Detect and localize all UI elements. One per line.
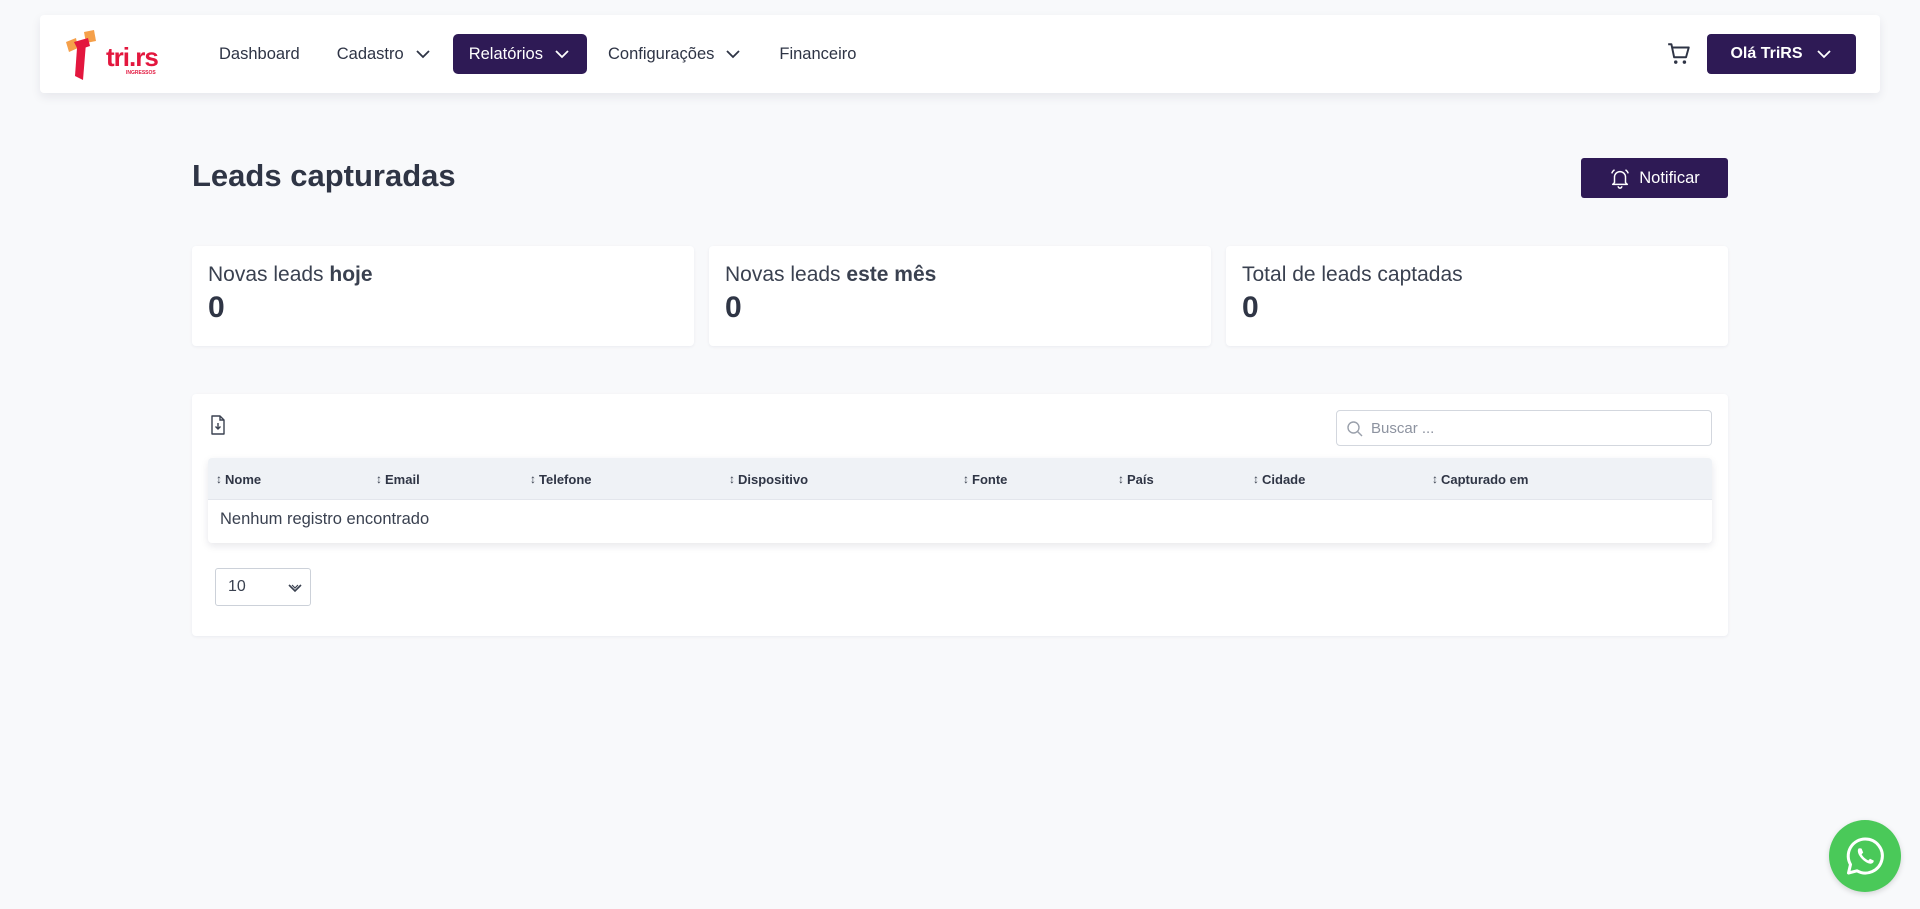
user-menu-button[interactable]: Olá TriRS [1707,34,1856,74]
stat-label: Total de leads captadas [1242,263,1463,286]
nav-configuracoes[interactable]: Configurações [592,34,758,74]
nav-financeiro-label: Financeiro [779,44,857,63]
svg-text:tri.rs: tri.rs [106,42,158,72]
column-header-telefone[interactable]: ↕ Telefone [530,458,592,500]
column-header-pais[interactable]: ↕ País [1118,458,1154,500]
column-header-email[interactable]: ↕ Email [376,458,420,500]
stat-card-total: Total de leads captadas 0 [1226,246,1728,346]
whatsapp-chat-button[interactable] [1829,820,1901,892]
stat-card-today: Novas leads hoje 0 [192,246,694,346]
page-size-select[interactable]: 10 [215,568,311,606]
cart-icon[interactable] [1666,41,1692,67]
file-export-icon[interactable] [209,415,227,435]
nav-dashboard[interactable]: Dashboard [203,34,316,74]
notify-button[interactable]: Notificar [1581,158,1728,198]
sort-icon: ↕ [1118,472,1124,486]
sort-icon: ↕ [1432,472,1438,486]
svg-text:INGRESSOS: INGRESSOS [126,70,156,76]
column-header-fonte[interactable]: ↕ Fonte [963,458,1007,500]
search-box [1336,410,1712,446]
whatsapp-icon [1846,837,1884,875]
top-navbar: tri.rs INGRESSOS Dashboard Cadastro Rela… [40,15,1880,93]
stat-value: 0 [725,291,742,324]
brand-logo[interactable]: tri.rs INGRESSOS [62,28,166,80]
main-menu: Dashboard Cadastro Relatórios Configuraç… [203,34,877,74]
sort-icon: ↕ [729,472,735,486]
chevron-down-icon [555,50,569,59]
notify-button-label: Notificar [1639,168,1700,187]
nav-configuracoes-label: Configurações [607,44,715,63]
nav-dashboard-label: Dashboard [219,44,300,63]
bell-icon [1611,169,1630,189]
leads-table: ↕ Nome ↕ Email ↕ Telefone ↕ Dispositivo ↕ Fon… [208,458,1712,543]
page-size-value: 10 [228,578,246,595]
sort-icon: ↕ [530,472,536,486]
nav-relatorios-label: Relatórios [468,44,543,63]
nav-cadastro[interactable]: Cadastro [321,34,448,74]
table-header: ↕ Nome ↕ Email ↕ Telefone ↕ Dispositivo ↕ Fon… [208,458,1712,500]
nav-financeiro[interactable]: Financeiro [763,34,872,74]
search-icon [1347,421,1363,437]
column-header-nome[interactable]: ↕ Nome [216,458,261,500]
sort-icon: ↕ [1253,472,1259,486]
chevron-down-icon [726,50,741,59]
chevron-down-icon [416,50,430,59]
empty-table-message: Nenhum registro encontrado [220,510,430,528]
sort-icon: ↕ [216,472,222,486]
chevron-down-icon [1816,50,1831,59]
chevron-down-icon [288,584,302,593]
column-header-capturado-em[interactable]: ↕ Capturado em [1432,458,1528,500]
user-menu-label: Olá TriRS [1730,45,1803,62]
page-title: Leads capturadas [192,158,456,193]
stat-label: Novas leads hoje [208,263,373,286]
sort-icon: ↕ [963,472,969,486]
column-header-dispositivo[interactable]: ↕ Dispositivo [729,458,808,500]
column-header-cidade[interactable]: ↕ Cidade [1253,458,1305,500]
nav-relatorios[interactable]: Relatórios [452,34,587,74]
nav-cadastro-label: Cadastro [336,44,404,63]
search-input[interactable] [1371,411,1701,445]
stat-value: 0 [1242,291,1259,324]
leads-table-panel: ↕Nome ↕Email ↕Telefone ↕Dispositivo ↕Fon… [192,394,1728,636]
stat-card-month: Novas leads este mês 0 [709,246,1211,346]
stat-label: Novas leads este mês [725,263,937,286]
stat-value: 0 [208,291,225,324]
sort-icon: ↕ [376,472,382,486]
